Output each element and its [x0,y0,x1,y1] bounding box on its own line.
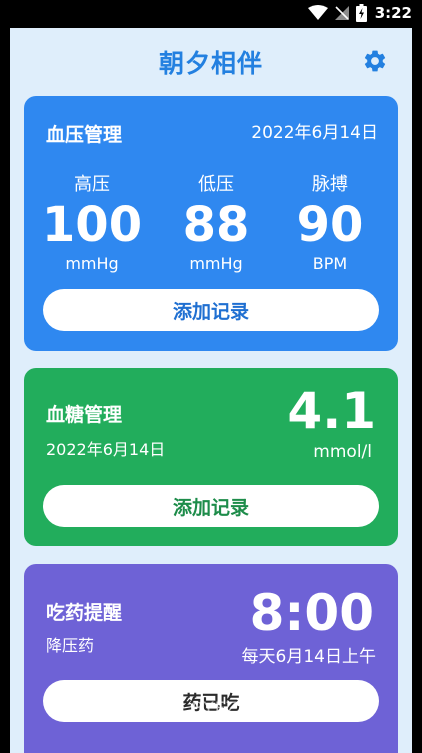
medication-schedule: 每天6月14日上午 [241,647,376,667]
systolic-metric: 高压 100 mmHg [32,170,152,273]
diastolic-value: 88 [182,197,250,253]
status-icons: 3:22 [307,4,412,22]
blood-pressure-date: 2022年6月14日 [251,123,378,143]
medication-title: 吃药提醒 [46,602,123,624]
blood-sugar-title: 血糖管理 [46,404,123,426]
medication-time: 8:00 [249,584,374,642]
blood-sugar-date: 2022年6月14日 [46,440,166,459]
pulse-unit: BPM [312,254,348,273]
status-time: 3:22 [374,4,412,22]
systolic-label: 高压 [74,174,110,195]
blood-sugar-value: 4.1 [287,382,376,440]
battery-icon [355,4,367,22]
diastolic-unit: mmHg [189,254,243,273]
status-bar: 3:22 [0,0,422,28]
app-title: 朝夕相伴 [158,49,263,78]
diastolic-label: 低压 [198,174,234,195]
pulse-metric: 脉搏 90 BPM [270,170,390,273]
systolic-value: 100 [41,197,143,253]
blood-sugar-card: 血糖管理 2022年6月14日 4.1 mmol/l 添加记录 [24,368,398,546]
pulse-value: 90 [296,197,364,253]
wifi-icon [307,5,328,20]
signal-icon [334,6,349,20]
gear-icon[interactable] [362,48,388,74]
systolic-unit: mmHg [65,254,119,273]
pulse-label: 脉搏 [312,174,348,195]
blood-pressure-title: 血压管理 [46,124,123,146]
add-blood-pressure-record-button[interactable]: 添加记录 [43,289,379,331]
blood-pressure-card: 血压管理 2022年6月14日 高压 100 mmHg 低压 88 mmHg 脉… [24,96,398,351]
blood-sugar-unit: mmol/l [313,442,372,462]
medication-reminder-card: 吃药提醒 降压药 8:00 每天6月14日上午 药已吃 [24,564,398,753]
watermark: 飞下载 • BYFZXY.COM [113,699,309,719]
medication-name: 降压药 [46,636,95,655]
app-screen: 朝夕相伴 血压管理 2022年6月14日 高压 100 mmHg 低压 88 m… [10,28,412,753]
add-blood-sugar-record-button[interactable]: 添加记录 [43,485,379,527]
diastolic-metric: 低压 88 mmHg [156,170,276,273]
